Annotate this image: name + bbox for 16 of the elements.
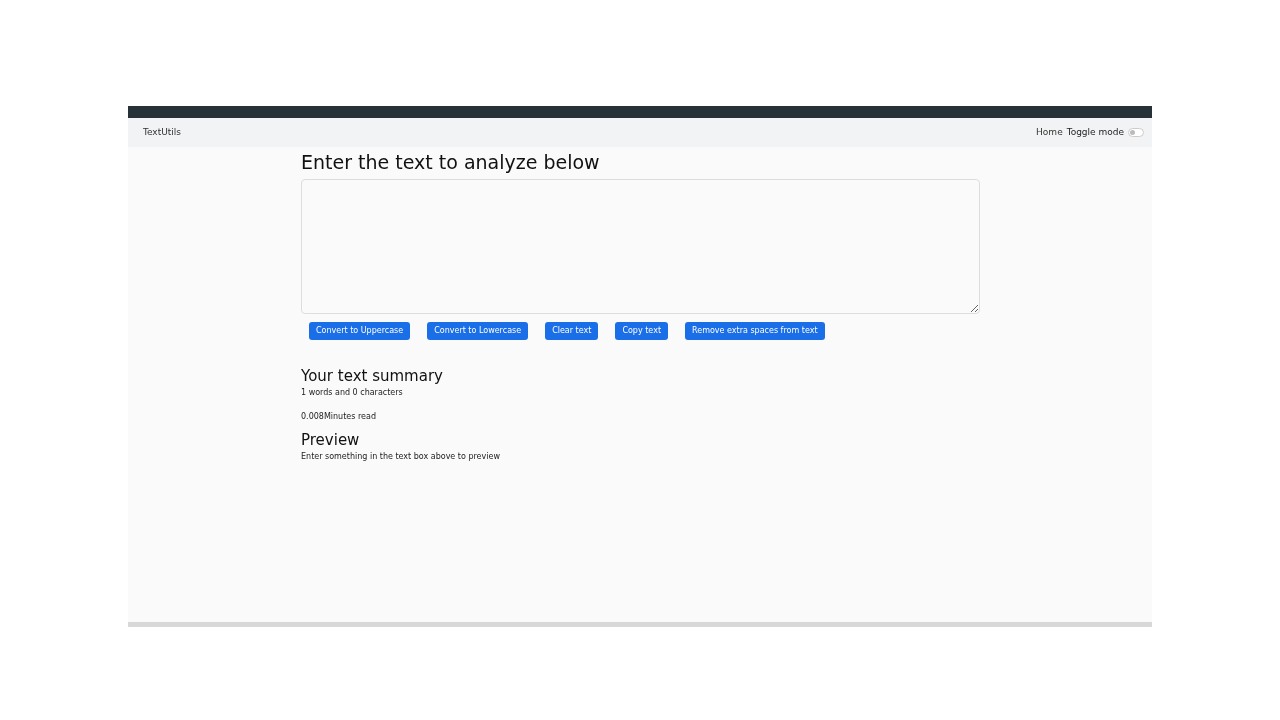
text-area[interactable]: [301, 178, 980, 314]
page-heading: Enter the text to analyze below: [301, 151, 601, 174]
preview-text: Enter something in the text box above to preview: [301, 451, 501, 464]
nav-link[interactable]: Home: [1036, 125, 1063, 140]
action-button[interactable]: Clear text: [545, 321, 599, 341]
word-count-text: 1 words and 0 characters: [301, 387, 404, 400]
read-time-text: 0.008Minutes read: [301, 411, 377, 424]
summary-heading: Your text summary: [301, 367, 444, 386]
action-button[interactable]: Convert to Uppercase: [309, 321, 411, 341]
toggle-switch[interactable]: [1128, 128, 1144, 137]
action-button[interactable]: Remove extra spaces from text: [685, 321, 825, 341]
preview-heading: Preview: [301, 431, 361, 450]
brand-link[interactable]: TextUtils: [143, 125, 181, 140]
action-button[interactable]: Convert to Lowercase: [427, 321, 529, 341]
action-button[interactable]: Copy text: [615, 321, 668, 341]
toggle-label: Toggle mode: [1066, 125, 1124, 139]
